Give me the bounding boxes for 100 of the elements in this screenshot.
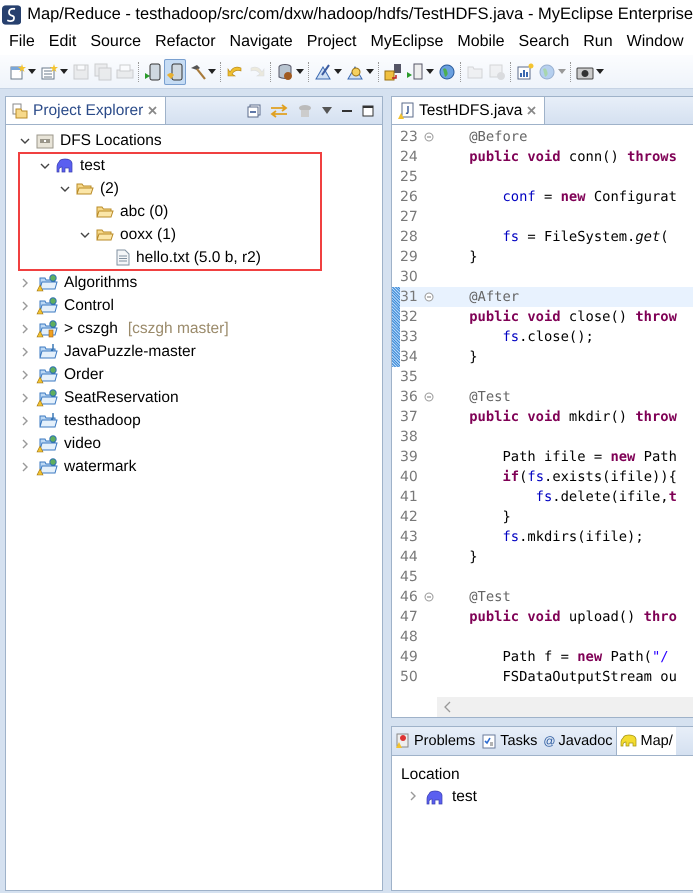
tree-item-label[interactable]: DFS Locations	[60, 132, 162, 150]
tree-item-label[interactable]: testhadoop	[64, 412, 141, 430]
view-tab[interactable]: Problems	[392, 727, 478, 755]
tree-item-label[interactable]: JavaPuzzle-master	[64, 342, 196, 360]
menu-item[interactable]: Run	[576, 33, 620, 51]
dropdown-caret-icon[interactable]	[60, 69, 68, 74]
code-line: if(fs.exists(ifile)){	[501, 469, 677, 485]
toolbar-button[interactable]	[164, 58, 186, 84]
dropdown-caret-icon[interactable]	[208, 69, 216, 74]
tree-item-label[interactable]: abc (0)	[120, 202, 168, 220]
menu-item[interactable]: Source	[83, 33, 148, 51]
line-number: 30	[400, 269, 419, 285]
expand-chevron-icon[interactable]	[20, 300, 30, 310]
fold-icon[interactable]	[424, 292, 434, 302]
line-number: 31	[400, 289, 419, 305]
expand-chevron-icon[interactable]	[20, 462, 30, 472]
server-icon	[406, 62, 424, 80]
dropdown-caret-icon[interactable]	[334, 69, 342, 74]
menu-item[interactable]: File	[2, 33, 42, 51]
expand-chevron-icon[interactable]	[20, 370, 30, 380]
collapse-chevron-icon[interactable]	[60, 184, 70, 194]
text-file-icon	[116, 249, 130, 266]
tree-item-label[interactable]: video	[64, 434, 102, 452]
close-icon[interactable]	[527, 106, 536, 115]
window-title: Map/Reduce - testhadoop/src/com/dxw/hadoop/hdfs/TestHDFS.java - MyEclipse Enterprise	[27, 5, 693, 24]
close-icon[interactable]	[148, 106, 158, 115]
code-line: }	[468, 549, 478, 565]
expand-chevron-icon[interactable]	[20, 324, 30, 334]
code-line: public void conn() throws	[468, 149, 677, 165]
menu-item[interactable]: Navigate	[222, 33, 300, 51]
line-number: 41	[400, 489, 419, 505]
project-explorer-tab[interactable]: Project Explorer	[6, 97, 166, 124]
database-icon	[276, 62, 294, 80]
dropdown-caret-icon[interactable]	[28, 69, 36, 74]
fold-icon[interactable]	[424, 592, 434, 602]
menu-item[interactable]: Edit	[42, 33, 84, 51]
tree-item-label[interactable]: (2)	[100, 180, 119, 198]
maximize-icon[interactable]	[362, 104, 374, 116]
line-number: 49	[400, 649, 419, 665]
menu-item[interactable]: Mobile	[450, 33, 512, 51]
menu-item[interactable]: Refactor	[148, 33, 223, 51]
pen-icon	[314, 62, 332, 80]
view-tab[interactable]: Map/	[616, 727, 676, 755]
expand-chevron-icon[interactable]	[20, 438, 30, 448]
code-line: fs = FileSystem.get(	[501, 229, 669, 245]
dropdown-caret-icon[interactable]	[596, 69, 604, 74]
line-number: 46	[400, 589, 419, 605]
code-line: @Test	[468, 589, 511, 605]
folder-icon	[96, 204, 114, 218]
collapse-chevron-icon[interactable]	[20, 136, 30, 146]
tree-item-label[interactable]: hello.txt (5.0 b, r2)	[136, 248, 261, 266]
expand-chevron-icon[interactable]	[408, 791, 418, 801]
menu-item[interactable]: Window	[620, 33, 690, 51]
tree-item-label[interactable]: > cszgh	[64, 320, 118, 338]
line-number: 29	[400, 249, 419, 265]
line-number: 44	[400, 549, 419, 565]
expand-chevron-icon[interactable]	[20, 278, 30, 288]
collapse-chevron-icon[interactable]	[40, 160, 50, 170]
view-tab[interactable]: Tasks	[478, 727, 540, 755]
fold-icon[interactable]	[424, 392, 434, 402]
dropdown-caret-icon[interactable]	[296, 69, 304, 74]
view-tab[interactable]: @ Javadoc	[540, 727, 616, 755]
expand-chevron-icon[interactable]	[20, 392, 30, 402]
tree-item-label[interactable]: Algorithms	[64, 274, 138, 292]
collapse-all-icon[interactable]	[247, 104, 261, 118]
save-all-icon	[94, 62, 112, 80]
menu-item[interactable]: Search	[512, 33, 576, 51]
line-number: 33	[400, 329, 419, 345]
code-line: Path ifile = new Path	[501, 449, 677, 465]
tree-item-label[interactable]: test	[80, 156, 105, 174]
tree-item-label[interactable]: Order	[64, 366, 104, 384]
line-number: 35	[400, 369, 419, 385]
code-line: }	[468, 349, 478, 365]
expand-chevron-icon[interactable]	[20, 416, 30, 426]
elephant-icon	[620, 734, 638, 748]
editor-tab[interactable]: TestHDFS.java	[392, 97, 546, 124]
fold-icon[interactable]	[424, 132, 434, 142]
code-line: conf = new Configurat	[501, 189, 677, 205]
tree-item-label[interactable]: test	[452, 788, 477, 806]
view-menu-icon[interactable]	[322, 107, 332, 114]
tree-item-label[interactable]: ooxx (1)	[120, 226, 176, 244]
expand-chevron-icon[interactable]	[20, 346, 30, 356]
menu-item[interactable]: Project	[300, 33, 364, 51]
line-number: 26	[400, 189, 419, 205]
code-line: public void close() throw	[468, 309, 677, 325]
new-class-icon	[40, 62, 58, 80]
menu-item[interactable]: MyEclipse	[363, 33, 450, 51]
tree-item-label[interactable]: SeatReservation	[64, 388, 179, 406]
line-number: 23	[400, 129, 419, 145]
server-icon	[36, 132, 54, 148]
code-line: @Test	[468, 389, 511, 405]
tree-item-label[interactable]: watermark	[64, 458, 136, 476]
collapse-chevron-icon[interactable]	[80, 230, 90, 240]
dropdown-caret-icon[interactable]	[426, 69, 434, 74]
chart-icon	[516, 62, 534, 80]
line-number: 39	[400, 449, 419, 465]
project-folder-icon	[36, 366, 58, 384]
dropdown-caret-icon[interactable]	[366, 69, 374, 74]
tree-item-label[interactable]: Control	[64, 296, 114, 314]
code-line: fs.mkdirs(ifile);	[501, 529, 644, 545]
